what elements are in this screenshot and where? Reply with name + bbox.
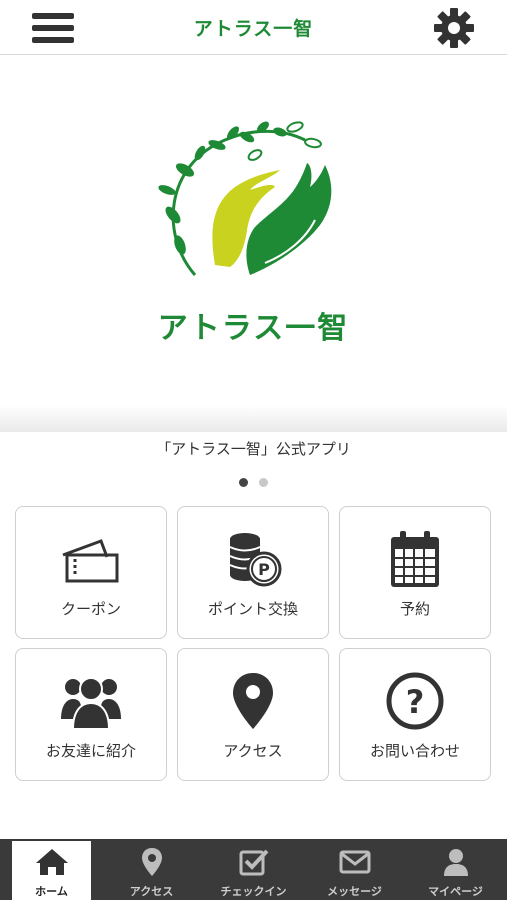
tile-access[interactable]: アクセス <box>177 648 329 781</box>
tile-label: お問い合わせ <box>369 742 460 760</box>
tile-label: ポイント交換 <box>207 600 298 618</box>
calendar-icon <box>391 531 439 587</box>
app-header: アトラス一智 <box>0 0 507 55</box>
tile-reservation[interactable]: 予約 <box>339 506 491 639</box>
bottom-nav: ホーム アクセス チェックイン メッセージ マイページ <box>0 839 507 900</box>
checkin-icon <box>239 849 268 876</box>
tile-refer-friend[interactable]: お友達に紹介 <box>15 648 167 781</box>
group-icon <box>61 677 121 730</box>
tile-label: お友達に紹介 <box>45 742 136 760</box>
nav-access[interactable]: アクセス <box>101 839 202 900</box>
logo-text: アトラス一智 <box>157 311 350 346</box>
slide-indicator <box>0 472 507 491</box>
tile-point-exchange[interactable]: P ポイント交換 <box>177 506 329 639</box>
nav-message[interactable]: メッセージ <box>304 839 405 900</box>
envelope-icon <box>339 850 370 874</box>
nav-home[interactable]: ホーム <box>12 841 91 900</box>
hero-divider <box>0 405 507 435</box>
tile-label: クーポン <box>60 600 121 618</box>
question-icon: ? <box>386 672 444 730</box>
slide-dot-1[interactable] <box>238 478 248 487</box>
nav-label: チェックイン <box>220 885 287 898</box>
hero-caption: 「アトラス一智」公式アプリ <box>156 440 351 458</box>
nav-mypage[interactable]: マイページ <box>405 839 506 900</box>
tile-label: アクセス <box>223 742 283 760</box>
ticket-icon <box>62 539 119 583</box>
coin-point-icon: P <box>229 533 282 587</box>
map-pin-icon <box>233 673 273 729</box>
brand-logo <box>158 121 332 276</box>
nav-label: メッセージ <box>327 885 382 898</box>
nav-label: アクセス <box>129 885 174 898</box>
hero-banner[interactable]: アトラス一智 <box>0 55 507 423</box>
tile-coupon[interactable]: クーポン <box>15 506 167 639</box>
tile-label: 予約 <box>399 600 430 618</box>
map-pin-icon <box>141 848 162 876</box>
nav-checkin[interactable]: チェックイン <box>203 839 304 900</box>
nav-label: マイページ <box>428 885 483 898</box>
slide-dot-2[interactable] <box>259 478 269 487</box>
svg-text:P: P <box>258 560 270 579</box>
user-icon <box>443 849 468 876</box>
gear-icon <box>434 8 474 48</box>
settings-button[interactable] <box>432 6 476 50</box>
tile-contact[interactable]: ? お問い合わせ <box>339 648 491 781</box>
hero-caption-area: 「アトラス一智」公式アプリ <box>0 432 507 502</box>
header-title: アトラス一智 <box>193 18 314 40</box>
home-icon <box>35 849 68 875</box>
svg-text:?: ? <box>406 683 425 721</box>
nav-label: ホーム <box>35 885 68 898</box>
